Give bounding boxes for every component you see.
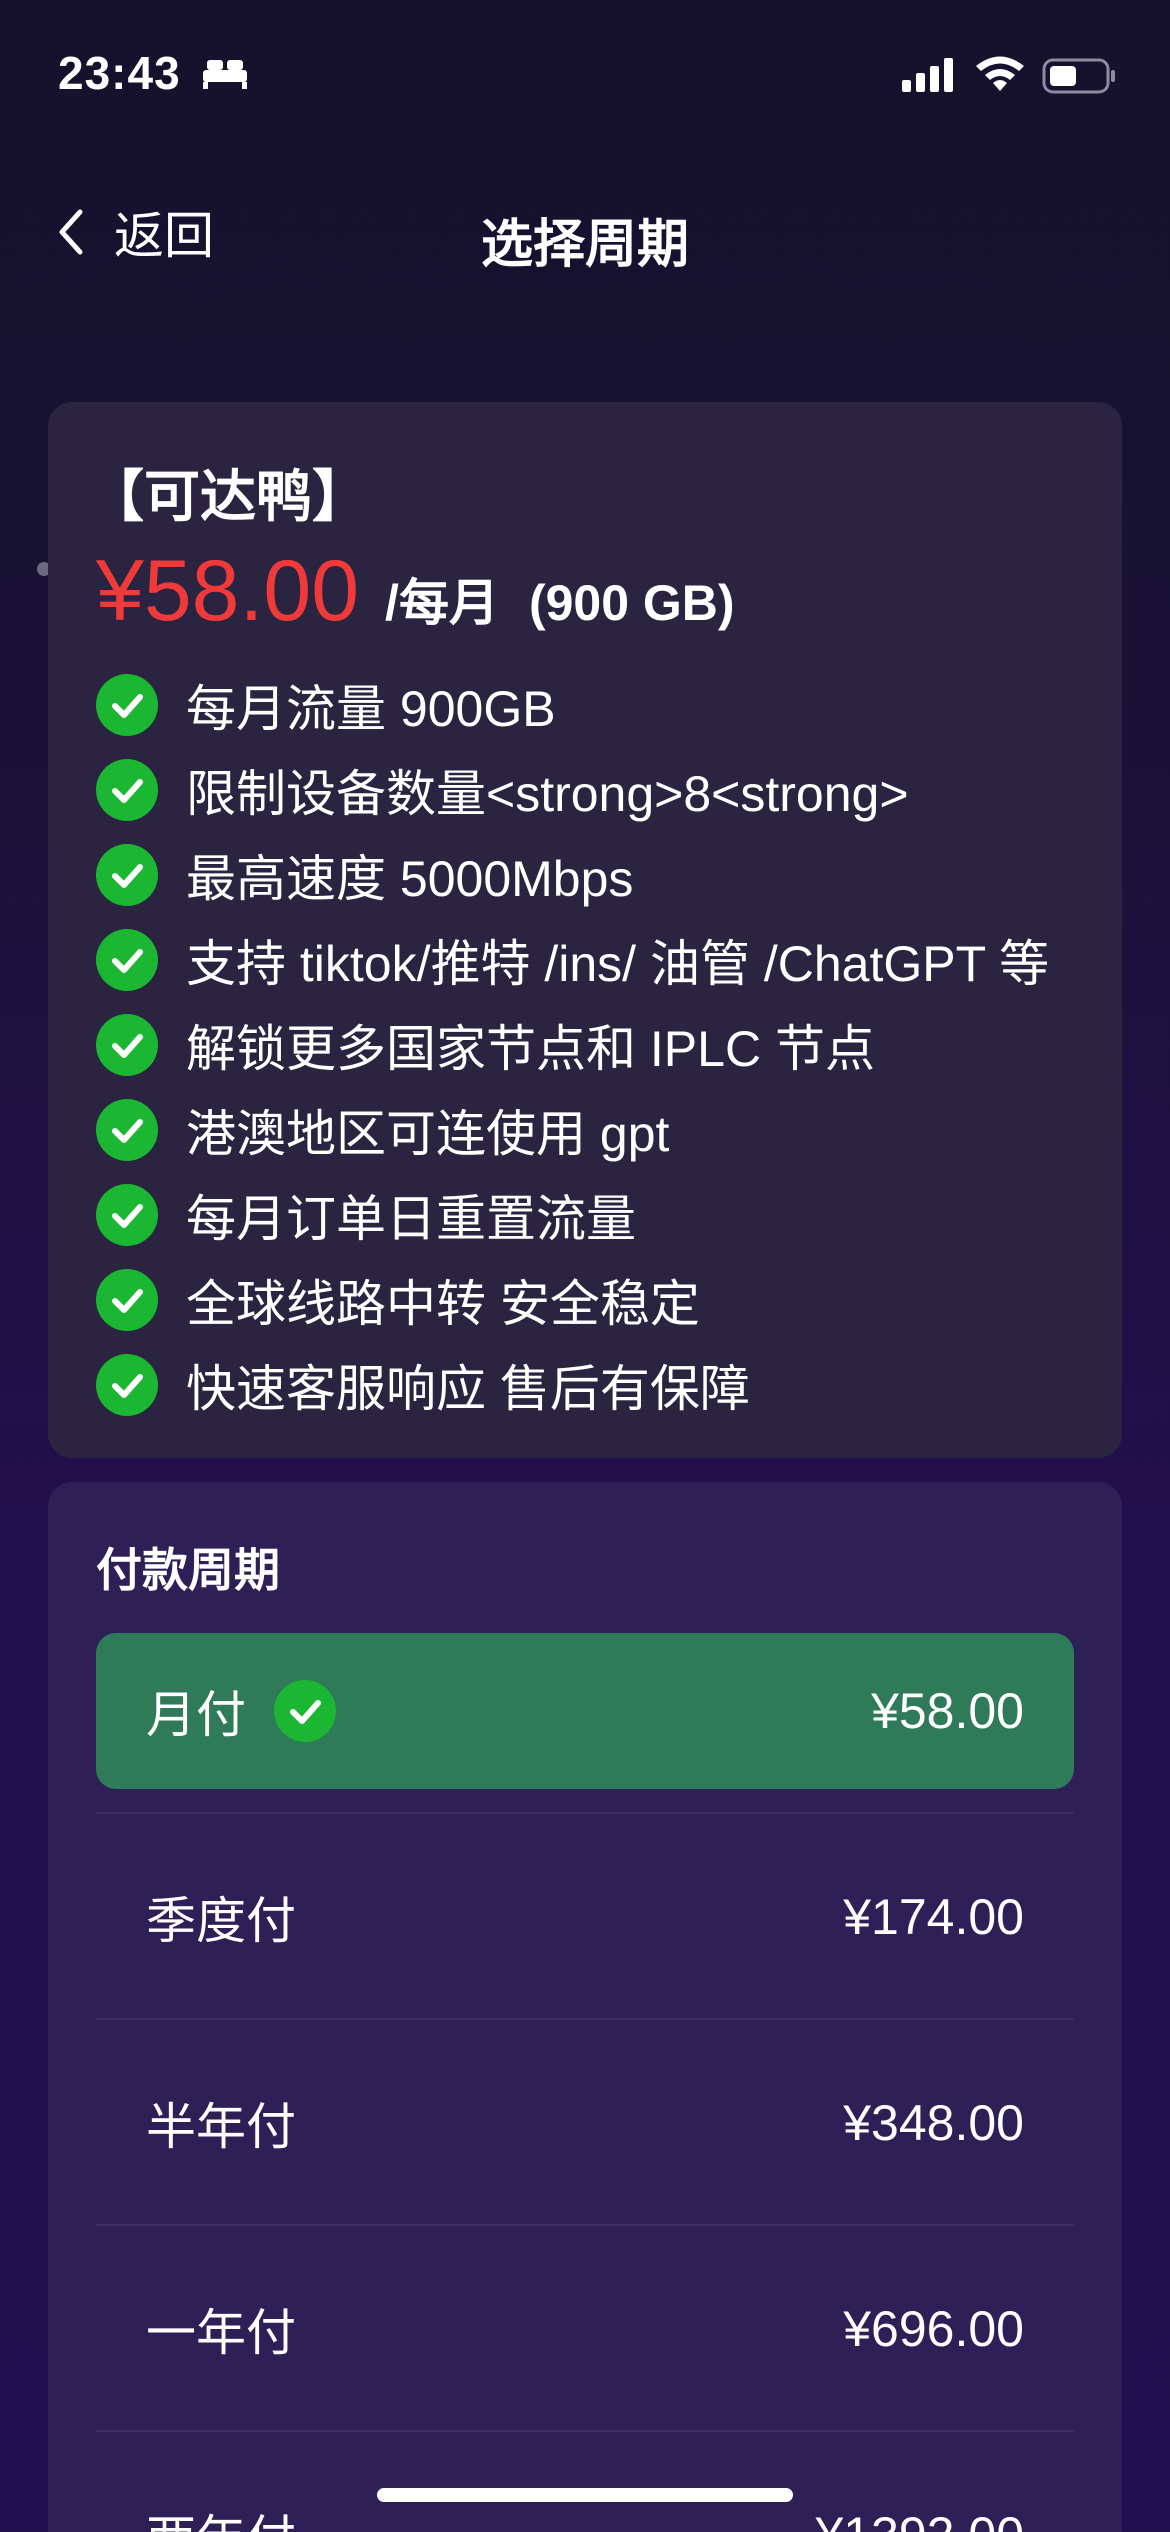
check-circle-icon (96, 843, 158, 906)
period-option-label: 季度付 (146, 1893, 296, 1949)
check-circle-icon (96, 758, 158, 821)
price-unit: /每月 (385, 575, 499, 631)
divider (96, 2224, 1074, 2226)
status-time: 23:43 (58, 47, 181, 99)
feature-text: 支持 tiktok/推特 /ins/ 油管 /ChatGPT 等 (186, 935, 1050, 992)
feature-item: 港澳地区可连使用 gpt (96, 1087, 1049, 1172)
check-circle-icon (96, 673, 158, 736)
feature-text: 每月流量 900GB (186, 680, 556, 737)
period-option-label: 半年付 (146, 2099, 296, 2155)
wifi-icon (976, 56, 1024, 91)
period-option-label: 一年付 (146, 2305, 296, 2361)
check-circle-icon (96, 1183, 158, 1246)
period-option-monthly[interactable]: 月付 ¥58.00 (96, 1633, 1074, 1789)
feature-text: 最高速度 5000Mbps (186, 850, 634, 907)
feature-item: 最高速度 5000Mbps (96, 832, 1049, 917)
battery-icon (1042, 58, 1115, 94)
price-row: ¥58.00 /每月 (900 GB) (96, 542, 735, 641)
feature-text: 限制设备数量<strong>8<strong> (186, 765, 909, 822)
feature-item: 全球线路中转 安全稳定 (96, 1257, 1049, 1342)
check-circle-icon (96, 1268, 158, 1331)
nav-bar: 返回 选择周期 (0, 180, 1170, 280)
feature-item: 快速客服响应 售后有保障 (96, 1342, 1049, 1427)
period-option-price: ¥696.00 (843, 2301, 1024, 2357)
plan-price: ¥58.00 (96, 543, 360, 639)
check-circle-icon (96, 1013, 158, 1076)
divider (96, 2430, 1074, 2432)
check-circle-icon (96, 1098, 158, 1161)
check-circle-icon (96, 1353, 158, 1416)
feature-item: 解锁更多国家节点和 IPLC 节点 (96, 1002, 1049, 1087)
period-option-half-year[interactable]: 半年付 ¥348.00 (96, 2045, 1074, 2201)
divider (96, 2018, 1074, 2020)
period-option-label: 两年付 (146, 2499, 296, 2532)
feature-text: 快速客服响应 售后有保障 (186, 1360, 750, 1417)
feature-text: 解锁更多国家节点和 IPLC 节点 (186, 1020, 875, 1077)
feature-item: 支持 tiktok/推特 /ins/ 油管 /ChatGPT 等 (96, 917, 1049, 1002)
signal-icon (902, 58, 953, 92)
period-option-price: ¥58.00 (871, 1683, 1024, 1739)
plan-card: 【可达鸭】 ¥58.00 /每月 (900 GB) 每月流量 900GB 限制设… (48, 402, 1122, 1458)
feature-text: 港澳地区可连使用 gpt (186, 1105, 670, 1162)
page-title: 选择周期 (480, 216, 689, 274)
feature-item: 每月流量 900GB (96, 662, 1049, 747)
home-indicator[interactable] (377, 2488, 793, 2502)
status-bar: 23:43 (0, 0, 1170, 150)
feature-text: 每月订单日重置流量 (186, 1190, 636, 1247)
period-option-price: ¥1392.00 (815, 2506, 1024, 2532)
feature-list: 每月流量 900GB 限制设备数量<strong>8<strong> 最高速度 … (96, 662, 1049, 1427)
bed-icon (203, 60, 247, 89)
period-title: 付款周期 (96, 1544, 280, 1596)
period-option-price: ¥174.00 (843, 1889, 1024, 1945)
feature-text: 全球线路中转 安全稳定 (186, 1275, 700, 1332)
price-traffic: (900 GB) (528, 575, 735, 631)
check-circle-icon (274, 1680, 336, 1742)
period-option-yearly[interactable]: 一年付 ¥696.00 (96, 2251, 1074, 2407)
period-option-label: 月付 (146, 1687, 246, 1743)
period-card: 付款周期 月付 ¥58.00 季度付 ¥174.00 半年付 ¥348.00 一… (48, 1482, 1122, 2532)
feature-item: 限制设备数量<strong>8<strong> (96, 747, 1049, 832)
divider (96, 1812, 1074, 1814)
period-option-price: ¥348.00 (843, 2095, 1024, 2151)
feature-item: 每月订单日重置流量 (96, 1172, 1049, 1257)
plan-name: 【可达鸭】 (88, 465, 368, 528)
check-circle-icon (96, 928, 158, 991)
period-option-quarterly[interactable]: 季度付 ¥174.00 (96, 1839, 1074, 1995)
